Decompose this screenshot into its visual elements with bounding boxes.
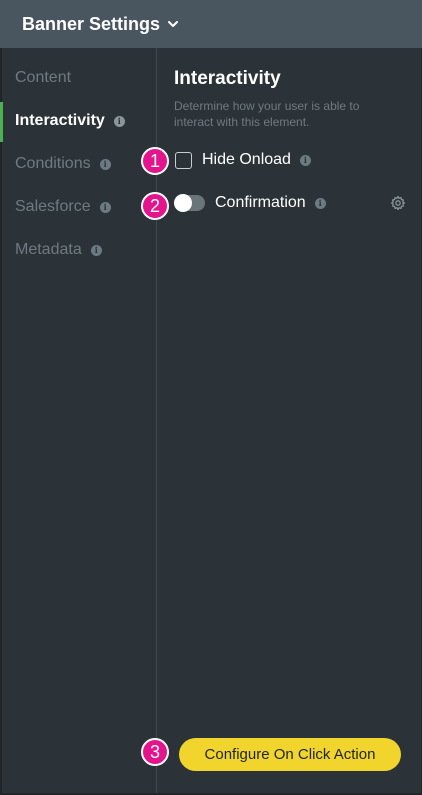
main-content: Interactivity Determine how your user is… xyxy=(158,48,420,793)
sidebar-item-label: Salesforce xyxy=(15,198,91,215)
hide-onload-checkbox[interactable] xyxy=(175,152,192,169)
sidebar-item-label: Metadata xyxy=(15,241,82,258)
info-icon[interactable]: i xyxy=(299,154,311,166)
configure-on-click-action-button[interactable]: Configure On Click Action xyxy=(179,738,401,771)
chevron-down-icon[interactable] xyxy=(168,19,179,29)
sidebar-item-conditions[interactable]: Conditions i xyxy=(15,155,111,173)
active-indicator xyxy=(0,102,3,142)
confirmation-row: Confirmation i xyxy=(215,194,326,212)
toggle-knob xyxy=(174,194,192,212)
sidebar-nav: Content Interactivity i Conditions i Sal… xyxy=(0,48,157,793)
sidebar-item-content[interactable]: Content xyxy=(15,69,71,87)
info-icon[interactable]: i xyxy=(99,158,111,170)
info-icon[interactable]: i xyxy=(90,244,102,256)
info-icon[interactable]: i xyxy=(314,197,326,209)
sidebar-item-label: Conditions xyxy=(15,155,91,172)
sidebar-item-label: Interactivity xyxy=(15,112,105,129)
annotation-badge-3: 3 xyxy=(141,738,169,766)
sidebar-item-interactivity[interactable]: Interactivity i xyxy=(15,112,125,130)
info-icon[interactable]: i xyxy=(99,201,111,213)
panel-title: Banner Settings xyxy=(22,13,161,34)
section-description: Determine how your user is able to inter… xyxy=(174,99,360,129)
gear-icon[interactable] xyxy=(390,195,406,211)
sidebar-item-label: Content xyxy=(15,69,72,86)
confirmation-toggle[interactable] xyxy=(174,194,205,212)
sidebar-item-metadata[interactable]: Metadata i xyxy=(15,241,102,259)
sidebar-item-salesforce[interactable]: Salesforce i xyxy=(15,198,111,216)
hide-onload-row: Hide Onload i xyxy=(202,151,311,169)
annotation-badge-1: 1 xyxy=(141,147,169,175)
panel-header[interactable]: Banner Settings xyxy=(0,0,422,48)
section-title: Interactivity xyxy=(174,68,281,89)
confirmation-label: Confirmation xyxy=(215,194,306,211)
info-icon[interactable]: i xyxy=(113,115,125,127)
hide-onload-label: Hide Onload xyxy=(202,151,291,168)
annotation-badge-2: 2 xyxy=(141,192,169,220)
